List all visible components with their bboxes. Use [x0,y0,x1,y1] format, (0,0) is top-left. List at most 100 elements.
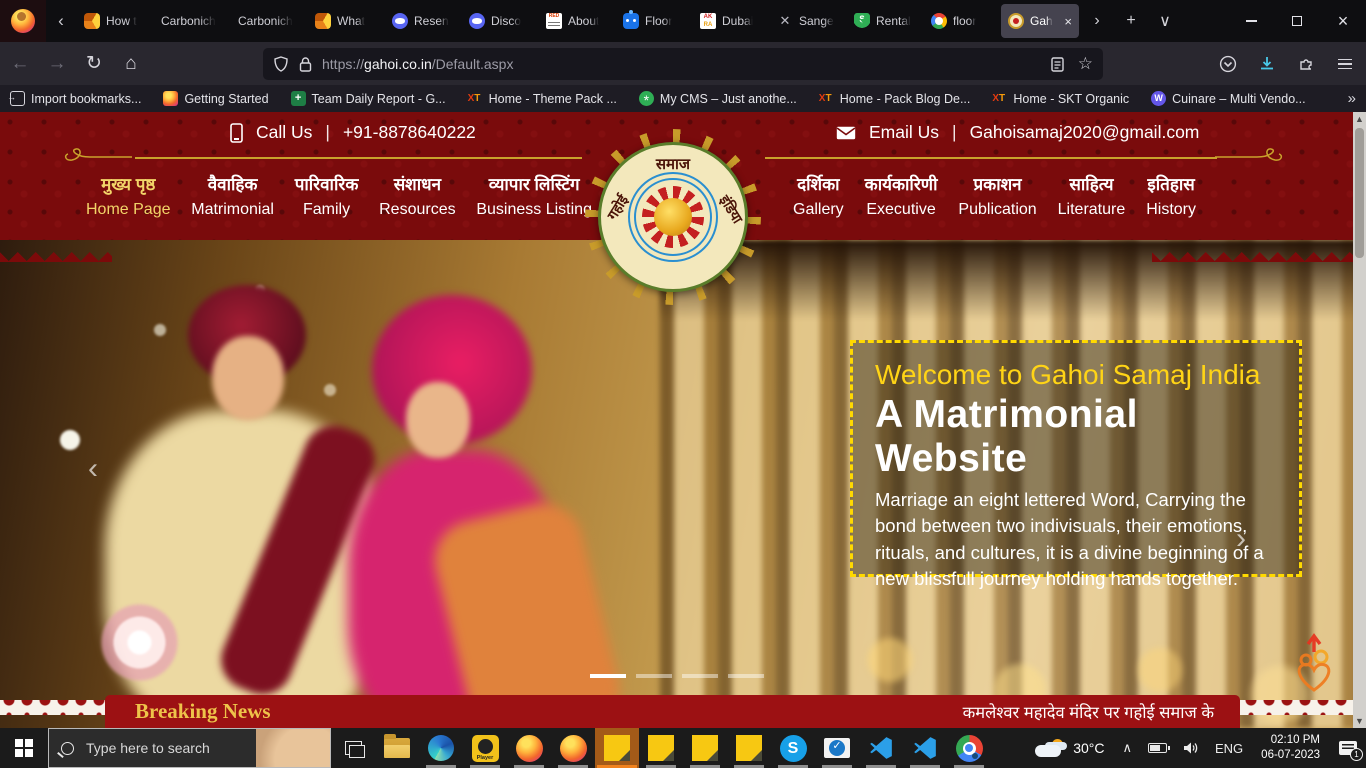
file-explorer-button[interactable] [375,728,419,768]
bookmark-star-icon[interactable]: ☆ [1078,54,1093,74]
extensions-puzzle-icon[interactable] [1291,49,1321,79]
scrollbar-down-arrow[interactable]: ▼ [1353,714,1366,728]
scroll-to-top-icon[interactable] [1290,632,1338,696]
scrollbar-up-arrow[interactable]: ▲ [1353,112,1366,126]
slide-dot-2[interactable] [636,674,672,678]
back-button[interactable]: ← [3,47,37,81]
task-view-button[interactable] [331,728,375,768]
bookmark-getting-started[interactable]: Getting Started [163,91,268,106]
tab-sange[interactable]: ✕Sange [770,4,845,38]
email-label[interactable]: Email Us [869,122,939,143]
tab-dubai[interactable]: AKRADubai [693,4,768,38]
chrome-icon [956,735,983,762]
tab-disco[interactable]: Disco [462,4,537,38]
bookmark-theme-pack[interactable]: XTHome - Theme Pack ... [468,91,617,106]
tab-close-icon[interactable]: × [1064,14,1072,29]
tab-floor-bot[interactable]: Floor [616,4,691,38]
tab-carbonich-1[interactable]: Carbonich [154,4,229,38]
reload-button[interactable]: ↻ [77,47,111,81]
close-button[interactable]: × [1320,0,1366,42]
start-button[interactable] [0,728,48,768]
firefox-button-2[interactable] [551,728,595,768]
slide-dot-1[interactable] [590,674,626,678]
monitor-check-button[interactable] [815,728,859,768]
nav-family[interactable]: पारिवारिकFamily [295,172,359,223]
tab-rental[interactable]: Rental [847,4,922,38]
search-doodle-image[interactable] [256,729,330,767]
nav-business-listing[interactable]: व्यापार लिस्टिंगBusiness Listing [476,172,592,223]
taskbar-search-box[interactable]: Type here to search [48,728,331,768]
call-label[interactable]: Call Us [256,122,312,143]
vscode-button-2[interactable] [903,728,947,768]
action-center-button[interactable]: 1 [1330,728,1366,768]
bookmarks-overflow-chevron[interactable]: » [1348,90,1356,107]
slider-next-arrow[interactable]: › [1236,522,1246,556]
language-indicator[interactable]: ENG [1207,741,1251,756]
bookmark-my-cms[interactable]: My CMS – Just anothe... [639,91,797,106]
reader-mode-icon[interactable] [1051,57,1064,72]
sticky-notes-button-active[interactable] [595,728,639,768]
slide-dot-3[interactable] [682,674,718,678]
bookmark-import[interactable]: Import bookmarks... [10,91,141,106]
shield-icon[interactable] [273,56,289,72]
tab-resen[interactable]: Resen [385,4,460,38]
nav-executive[interactable]: कार्यकारिणीExecutive [865,172,938,223]
sticky-notes-button-4[interactable] [727,728,771,768]
bookmark-skt-organic[interactable]: XTHome - SKT Organic [992,91,1129,106]
minimize-button[interactable] [1228,0,1274,42]
bookmark-cuinare[interactable]: WCuinare – Multi Vendo... [1151,91,1305,106]
nav-resources[interactable]: संशाधनResources [379,172,455,223]
weather-widget[interactable]: 30°C [1025,739,1114,757]
bookmark-pack-blog[interactable]: XTHome - Pack Blog De... [819,91,971,106]
breaking-news-ticker[interactable]: कमलेश्वर महादेव मंदिर पर गहोई समाज के [963,700,1214,723]
forward-button[interactable]: → [40,47,74,81]
slide-dot-4[interactable] [728,674,764,678]
phone-number[interactable]: +91-8878640222 [343,122,476,143]
nav-gallery[interactable]: दर्शिकाGallery [793,172,844,223]
battery-icon[interactable] [1140,743,1175,753]
volume-icon[interactable] [1175,741,1207,755]
hidden-icons-chevron[interactable]: ∧ [1114,740,1140,756]
tab-scroll-right-button[interactable]: › [1080,4,1114,38]
downloads-icon[interactable] [1252,49,1282,79]
lock-icon[interactable] [299,57,312,72]
firefox-view-button[interactable] [0,0,46,42]
webpage-viewport: Call Us | +91-8878640222 Email Us | Gaho… [0,112,1366,728]
edge-button[interactable] [419,728,463,768]
slider-prev-arrow[interactable]: ‹ [88,452,98,486]
nav-literature[interactable]: साहित्यLiterature [1058,172,1126,223]
media-player-button[interactable] [463,728,507,768]
chrome-button[interactable] [947,728,991,768]
tab-carbonich-2[interactable]: Carbonich [231,4,306,38]
tab-floor-google[interactable]: floor [924,4,999,38]
pocket-icon[interactable] [1213,49,1243,79]
clock[interactable]: 02:10 PM 06-07-2023 [1251,733,1330,763]
page-scrollbar[interactable]: ▲ ▼ [1353,112,1366,728]
nav-publication[interactable]: प्रकाशनPublication [958,172,1036,223]
email-address[interactable]: Gahoisamaj2020@gmail.com [970,122,1200,143]
tab-how[interactable]: How t [77,4,152,38]
nav-history[interactable]: इतिहासHistory [1146,172,1196,223]
maximize-button[interactable] [1274,0,1320,42]
url-bar[interactable]: https://gahoi.co.in/Default.aspx ☆ [263,48,1103,80]
nav-home[interactable]: मुख्य पृष्ठHome Page [86,172,171,223]
new-tab-button[interactable]: + [1114,4,1148,38]
site-logo[interactable]: समाज गहोई इंडिया [598,142,748,292]
edge-icon [428,735,454,761]
home-button[interactable]: ⌂ [114,47,148,81]
bookmark-team-daily-report[interactable]: Team Daily Report - G... [291,91,446,106]
tab-gahoi-active[interactable]: Gah× [1001,4,1079,38]
vscode-button-1[interactable] [859,728,903,768]
tab-about[interactable]: REDAbout [539,4,614,38]
menu-hamburger-icon[interactable] [1330,49,1360,79]
player-icon [472,735,499,762]
scrollbar-thumb[interactable] [1355,128,1364,258]
tab-what[interactable]: What [308,4,383,38]
skype-button[interactable]: S [771,728,815,768]
list-all-tabs-button[interactable]: ∨ [1148,4,1182,38]
tab-scroll-left-button[interactable]: ‹ [46,0,76,42]
sticky-notes-button-2[interactable] [639,728,683,768]
firefox-button-1[interactable] [507,728,551,768]
sticky-notes-button-3[interactable] [683,728,727,768]
nav-matrimonial[interactable]: वैवाहिकMatrimonial [191,172,274,223]
